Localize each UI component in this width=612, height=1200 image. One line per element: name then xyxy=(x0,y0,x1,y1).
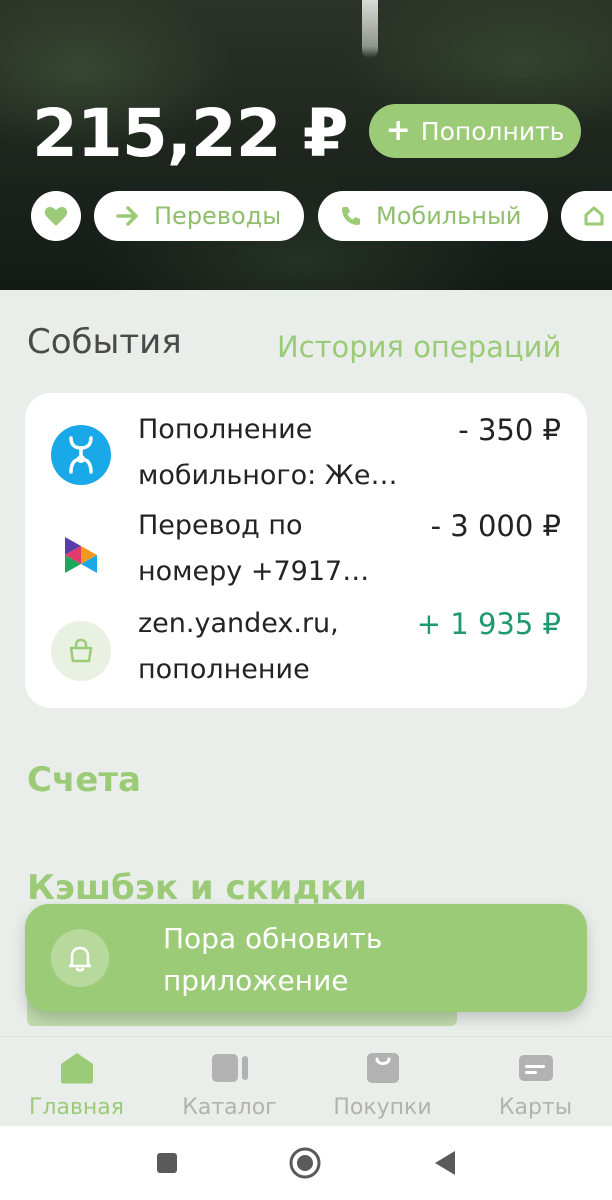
home-icon xyxy=(584,206,604,226)
square-icon xyxy=(157,1153,177,1173)
event-description-line1: Пополнение xyxy=(138,414,313,445)
event-description-line1: zen.yandex.ru, xyxy=(138,608,339,639)
transfers-chip[interactable]: Переводы xyxy=(94,191,304,241)
cashback-section-title[interactable]: Кэшбэк и скидки xyxy=(27,868,367,908)
toast-line2: приложение xyxy=(163,964,349,997)
bottom-tab-bar: Главная Каталог Покупки Карты xyxy=(0,1036,612,1126)
circle-icon xyxy=(289,1147,321,1179)
favorites-chip[interactable] xyxy=(31,191,81,241)
phone-icon xyxy=(342,207,360,225)
balance-amount: 215,22 ₽ xyxy=(32,95,349,172)
tab-purchases-label: Покупки xyxy=(333,1095,432,1120)
bag-icon xyxy=(366,1053,399,1083)
tab-cards[interactable]: Карты xyxy=(459,1051,612,1120)
catalog-icon xyxy=(211,1054,248,1082)
yota-icon xyxy=(51,425,111,485)
topup-label: Пополнить xyxy=(420,116,565,146)
home-tab-icon xyxy=(60,1053,93,1084)
event-row[interactable]: zen.yandex.ru, пополнение + 1 935 ₽ xyxy=(25,605,587,705)
event-amount: - 3 000 ₽ xyxy=(430,509,561,543)
tab-cards-label: Карты xyxy=(498,1095,573,1120)
event-row[interactable]: Перевод по номеру +7917… - 3 000 ₽ xyxy=(25,505,587,605)
plus-icon: + xyxy=(385,113,411,148)
arrow-right-icon xyxy=(116,206,138,226)
mobile-label: Мобильный xyxy=(376,202,522,230)
event-description-line2: пополнение xyxy=(138,654,310,685)
quick-actions: Переводы Мобильный xyxy=(0,191,612,241)
topup-button[interactable]: + Пополнить xyxy=(369,104,581,158)
event-amount: + 1 935 ₽ xyxy=(416,607,561,641)
system-navigation-bar xyxy=(0,1126,612,1200)
event-description-line2: номеру +7917… xyxy=(138,556,370,587)
card-icon xyxy=(518,1055,553,1081)
history-link[interactable]: История операций xyxy=(277,330,561,364)
sbp-icon xyxy=(51,525,111,585)
transfers-label: Переводы xyxy=(154,202,282,230)
home-system-button[interactable] xyxy=(288,1146,322,1180)
balance-header: 215,22 ₽ + Пополнить Переводы Мобильный xyxy=(0,0,612,290)
event-amount: - 350 ₽ xyxy=(458,413,561,447)
bell-icon xyxy=(51,929,109,987)
heart-icon xyxy=(44,207,68,226)
toast-line1: Пора обновить xyxy=(163,922,383,955)
home-services-chip[interactable] xyxy=(561,191,612,241)
tab-catalog[interactable]: Каталог xyxy=(153,1051,306,1120)
tab-home-label: Главная xyxy=(28,1095,125,1120)
back-triangle-icon xyxy=(435,1151,455,1175)
tab-home[interactable]: Главная xyxy=(0,1051,153,1120)
recent-apps-button[interactable] xyxy=(150,1146,184,1180)
background-image xyxy=(362,0,378,58)
tab-purchases[interactable]: Покупки xyxy=(306,1051,459,1120)
mobile-chip[interactable]: Мобильный xyxy=(318,191,548,241)
event-description-line1: Перевод по xyxy=(138,510,303,541)
shopping-bag-icon xyxy=(51,621,111,681)
tab-catalog-label: Каталог xyxy=(182,1095,277,1120)
toast-message: Пора обновить приложение xyxy=(163,918,563,1002)
accounts-section-title[interactable]: Счета xyxy=(27,760,141,800)
event-row[interactable]: Пополнение мобильного: Же… - 350 ₽ xyxy=(25,405,587,505)
back-button[interactable] xyxy=(428,1146,462,1180)
update-toast[interactable]: Пора обновить приложение xyxy=(25,904,587,1012)
events-card: Пополнение мобильного: Же… - 350 ₽ Перев… xyxy=(25,393,587,708)
events-title: События xyxy=(27,322,182,362)
event-description-line2: мобильного: Же… xyxy=(138,460,398,491)
